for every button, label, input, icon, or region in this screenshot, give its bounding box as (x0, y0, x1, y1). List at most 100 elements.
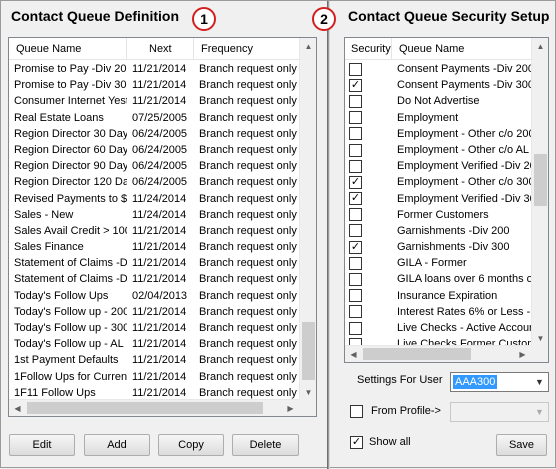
scroll-left-icon[interactable]: ◀ (345, 346, 362, 362)
table-row[interactable]: Today's Follow up - 300 11/21/2014 Branch … (9, 320, 301, 336)
security-cell (345, 255, 392, 271)
table-row[interactable]: 1st Payment Defaults 11/21/2014 Branch req… (9, 352, 301, 368)
queue-definition-list[interactable]: Queue Name Next Frequency Promise to Pay… (8, 37, 317, 417)
from-profile-checkbox[interactable] (350, 405, 363, 421)
chevron-down-icon[interactable]: ▼ (531, 403, 548, 421)
list-item[interactable]: Employment - Other c/o 200 (345, 126, 533, 142)
security-checkbox[interactable] (349, 289, 362, 303)
queue-definition-vscroll[interactable]: ▲ ▼ (299, 38, 316, 401)
table-row[interactable]: 1Follow Ups for Current 11/21/2014 Branch … (9, 369, 301, 385)
cell-frequency: Branch request only (199, 241, 297, 254)
chevron-down-icon[interactable]: ▼ (531, 373, 548, 391)
security-checkbox[interactable] (349, 224, 362, 238)
list-item[interactable]: Employment - Other c/o AL (345, 142, 533, 158)
security-checkbox[interactable] (349, 305, 362, 319)
security-checkbox[interactable] (349, 273, 362, 287)
security-checkbox[interactable] (349, 127, 362, 141)
table-row[interactable]: Revised Payments to $2 11/24/2014 Branch r… (9, 191, 301, 207)
table-row[interactable]: Sales Finance 11/21/2014 Branch request on… (9, 239, 301, 255)
list-item[interactable]: Garnishments -Div 200 (345, 223, 533, 239)
add-button[interactable]: Add (84, 434, 150, 456)
security-cell: ✓ (345, 191, 392, 207)
list-item[interactable]: GILA loans over 6 months old (345, 271, 533, 287)
security-checkbox[interactable] (349, 111, 362, 125)
column-header-frequency[interactable]: Frequency (194, 38, 301, 60)
cell-next: 11/21/2014 (132, 63, 187, 75)
show-all-checkbox[interactable]: ✓ (350, 436, 363, 449)
from-profile-select[interactable]: ▼ (450, 402, 549, 422)
security-checkbox[interactable]: ✓ (349, 192, 362, 206)
table-row[interactable]: Statement of Claims -Div 11/21/2014 Branch… (9, 255, 301, 271)
table-row[interactable]: Today's Follow up - 200 11/21/2014 Branch … (9, 304, 301, 320)
list-item[interactable]: ✓ Employment Verified -Div 300 (345, 191, 533, 207)
scroll-up-icon[interactable]: ▲ (300, 38, 316, 55)
column-header-queue-name[interactable]: Queue Name (9, 38, 127, 60)
list-item[interactable]: Employment Verified -Div 200 (345, 158, 533, 174)
column-header-queue-name[interactable]: Queue Name (392, 38, 533, 60)
list-item[interactable]: GILA - Former (345, 255, 533, 271)
table-row[interactable]: Statement of Claims -Div 11/21/2014 Branch… (9, 271, 301, 287)
queue-security-hscroll[interactable]: ◀ ▶ (345, 345, 531, 362)
table-row[interactable]: Region Director 120 Day 06/24/2005 Branch … (9, 174, 301, 190)
table-row[interactable]: Today's Follow Ups 02/04/2013 Branch reque… (9, 288, 301, 304)
list-item[interactable]: Do Not Advertise (345, 93, 533, 109)
column-header-security[interactable]: Security (345, 38, 392, 60)
delete-button[interactable]: Delete (232, 434, 299, 456)
scroll-thumb[interactable] (363, 348, 471, 360)
queue-security-list[interactable]: Security Queue Name Consent Payments -Di… (344, 37, 549, 363)
cell-queue-name: GILA loans over 6 months old (397, 273, 533, 286)
list-item[interactable]: ✓ Consent Payments -Div 300 (345, 77, 533, 93)
security-checkbox[interactable]: ✓ (349, 175, 362, 189)
scroll-thumb[interactable] (534, 154, 547, 206)
checkbox-icon[interactable]: ✓ (350, 436, 363, 449)
table-row[interactable]: Sales Avail Credit > 100 11/21/2014 Branch… (9, 223, 301, 239)
cell-frequency: Branch request only (199, 338, 297, 351)
list-item[interactable]: Employment (345, 110, 533, 126)
list-item[interactable]: ✓ Garnishments -Div 300 (345, 239, 533, 255)
security-checkbox[interactable] (349, 159, 362, 173)
table-row[interactable]: Real Estate Loans 07/25/2005 Branch reques… (9, 110, 301, 126)
list-item[interactable]: Interest Rates 6% or Less - Sc (345, 304, 533, 320)
scroll-right-icon[interactable]: ▶ (282, 400, 299, 416)
table-row[interactable]: Consumer Internet Yesterday 11/21/2014 Bra… (9, 93, 301, 109)
queue-definition-hscroll[interactable]: ◀ ▶ (9, 399, 299, 416)
list-item[interactable]: Former Customers (345, 207, 533, 223)
security-checkbox[interactable] (349, 94, 362, 108)
cell-queue-name: Today's Follow Ups (14, 289, 109, 302)
save-button[interactable]: Save (496, 434, 547, 456)
checkbox-icon[interactable] (350, 405, 363, 418)
table-row[interactable]: Promise to Pay -Div 200 11/21/2014 Branch … (9, 61, 301, 77)
cell-next: 06/24/2005 (132, 143, 188, 156)
list-item[interactable]: Consent Payments -Div 200 (345, 61, 533, 77)
security-checkbox[interactable] (349, 321, 362, 335)
copy-button[interactable]: Copy (158, 434, 224, 456)
scroll-left-icon[interactable]: ◀ (9, 400, 26, 416)
list-item[interactable]: ✓ Employment - Other c/o 300 (345, 174, 533, 190)
settings-for-user-select[interactable]: AAA300 ▼ (450, 372, 549, 392)
scroll-thumb[interactable] (27, 402, 263, 414)
security-checkbox[interactable] (349, 62, 362, 76)
table-row[interactable]: Region Director 60 Day 06/24/2005 Branch r… (9, 142, 301, 158)
cell-next: 11/21/2014 (132, 79, 187, 92)
scroll-thumb[interactable] (302, 322, 315, 380)
column-header-next[interactable]: Next (127, 38, 194, 60)
cell-queue-name: Former Customers (397, 208, 489, 221)
list-item[interactable]: Live Checks - Active Account (345, 320, 533, 336)
table-row[interactable]: Promise to Pay -Div 300 11/21/2014 Branch … (9, 77, 301, 93)
queue-security-vscroll[interactable]: ▲ ▼ (531, 38, 548, 347)
queue-security-header: Security Queue Name (345, 38, 533, 60)
security-checkbox[interactable] (349, 143, 362, 157)
edit-button[interactable]: Edit (9, 434, 75, 456)
table-row[interactable]: Region Director 30 Day 06/24/2005 Branch r… (9, 126, 301, 142)
table-row[interactable]: Today's Follow up - AL 11/21/2014 Branch r… (9, 336, 301, 352)
scroll-up-icon[interactable]: ▲ (532, 38, 548, 55)
security-checkbox[interactable] (349, 208, 362, 222)
list-item[interactable]: Insurance Expiration (345, 288, 533, 304)
security-checkbox[interactable]: ✓ (349, 78, 362, 92)
table-row[interactable]: Region Director 90 Day 06/24/2005 Branch r… (9, 158, 301, 174)
scroll-right-icon[interactable]: ▶ (514, 346, 531, 362)
security-checkbox[interactable] (349, 256, 362, 270)
table-row[interactable]: Sales - New 11/24/2014 Branch request only (9, 207, 301, 223)
security-checkbox[interactable]: ✓ (349, 240, 362, 254)
security-cell (345, 288, 392, 304)
